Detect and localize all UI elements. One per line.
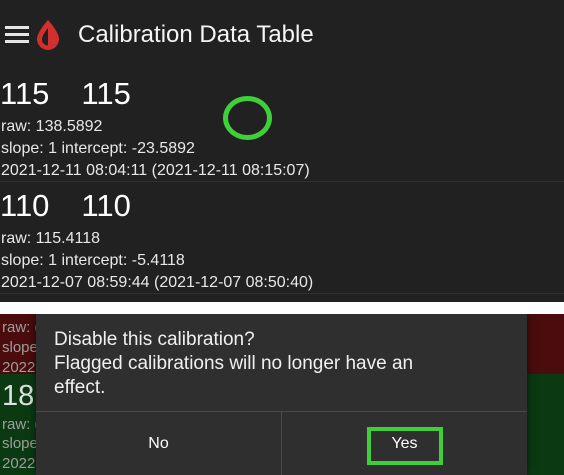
slope-intercept: slope: 1 intercept: -23.5892	[1, 140, 195, 157]
calibration-timestamp: 2021-12-07 08:59:44 (2021-12-07 08:50:40…	[1, 274, 314, 291]
bg-date-text: 2022-	[2, 359, 41, 376]
sensor-value: 115	[81, 76, 131, 111]
raw-value: raw: 138.5892	[1, 118, 103, 135]
partial-list-item	[0, 294, 564, 302]
calibration-list-item[interactable]: 115 115 raw: 138.5892 slope: 1 intercept:…	[0, 70, 564, 182]
sensor-value: 110	[81, 188, 131, 223]
disable-calibration-dialog: Disable this calibration? Flagged calibr…	[36, 314, 527, 475]
dialog-message-line: Disable this calibration?	[54, 329, 255, 350]
bg-value-text: 18	[2, 380, 35, 412]
blood-drop-icon	[37, 20, 59, 50]
page-title: Calibration Data Table	[78, 21, 314, 48]
disable-calibration-screen: raw: ( slope 2022- 18 raw: ( slope 2022-…	[0, 314, 564, 475]
bg-date-text: 2022-	[2, 455, 41, 472]
meter-value: 110	[0, 188, 50, 223]
bg-slope-text: slope	[2, 339, 38, 356]
yes-highlight-box	[367, 427, 443, 465]
calibration-values: 110 110	[0, 188, 131, 224]
app-bar: Calibration Data Table	[0, 0, 564, 70]
tap-indicator-circle	[223, 96, 272, 140]
dialog-message-line: Flagged calibrations will no longer have…	[54, 353, 414, 374]
raw-value: raw: 115.4118	[1, 230, 101, 247]
no-button[interactable]: No	[36, 412, 281, 475]
slope-intercept: slope: 1 intercept: -5.4118	[1, 252, 185, 269]
dialog-message-line: effect.	[54, 377, 106, 398]
calibration-table-screen: Calibration Data Table 115 115 raw: 138.5…	[0, 0, 564, 302]
bg-raw-text: raw: (	[2, 416, 40, 433]
meter-value: 115	[0, 76, 50, 111]
bg-slope-text: slope	[2, 435, 38, 452]
screenshot-separator	[0, 302, 564, 314]
calibration-timestamp: 2021-12-11 08:04:11 (2021-12-11 08:15:07…	[1, 162, 310, 179]
calibration-values: 115 115	[0, 76, 131, 112]
bg-raw-text: raw: (	[2, 319, 40, 336]
dialog-message: Disable this calibration? Flagged calibr…	[54, 328, 514, 400]
calibration-list-item[interactable]: 110 110 raw: 115.4118 slope: 1 intercept:…	[0, 182, 564, 294]
hamburger-menu-icon[interactable]	[5, 26, 29, 44]
